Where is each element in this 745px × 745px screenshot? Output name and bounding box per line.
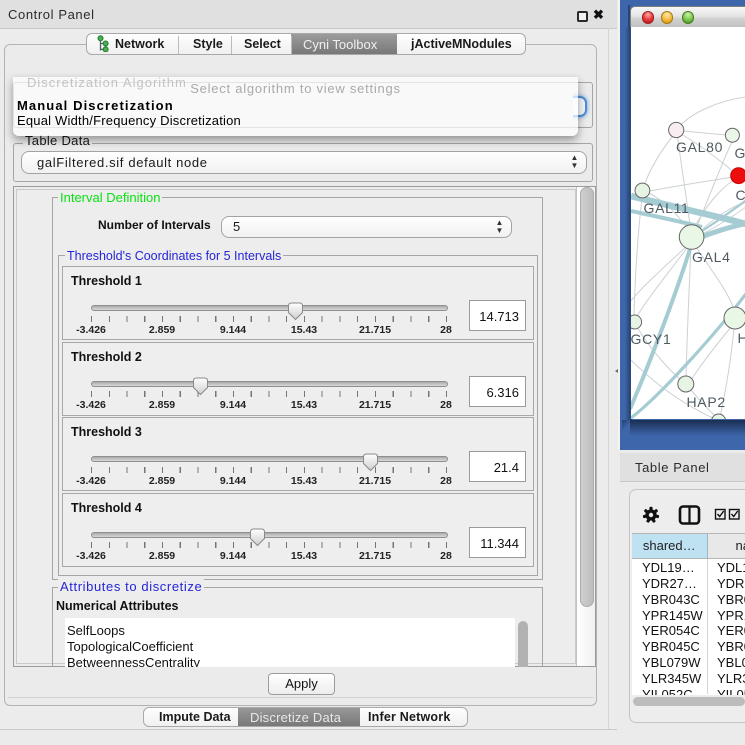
svg-text:GAL80: GAL80 [676, 139, 723, 155]
svg-text:HAP: HAP [738, 330, 745, 346]
svg-text:GAL4: GAL4 [692, 249, 731, 265]
svg-text:HAP2: HAP2 [687, 394, 726, 410]
svg-text:GCY1: GCY1 [631, 331, 672, 347]
svg-text:GAL: GAL [735, 145, 745, 161]
svg-text:GAL11: GAL11 [644, 200, 690, 216]
svg-text:CDC: CDC [736, 187, 745, 203]
